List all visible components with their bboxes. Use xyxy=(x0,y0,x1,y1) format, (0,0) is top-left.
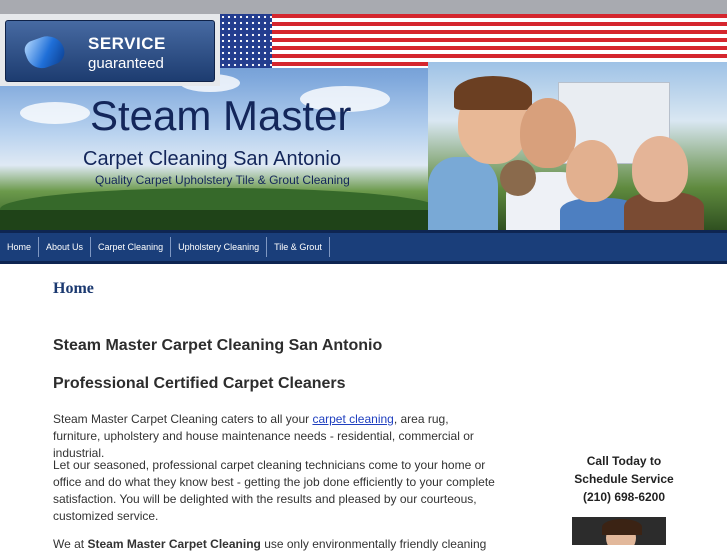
intro-paragraph: Steam Master Carpet Cleaning caters to a… xyxy=(53,411,498,462)
teddy-bear-graphic xyxy=(500,160,536,196)
badge-line-2: guaranteed xyxy=(88,55,164,72)
eco-text-start: We at xyxy=(53,537,88,551)
call-line-1: Call Today to xyxy=(586,454,662,468)
site-subtitle: Carpet Cleaning San Antonio xyxy=(83,148,341,170)
company-name-bold: Steam Master Carpet Cleaning xyxy=(87,537,261,551)
main-nav: Home About Us Carpet Cleaning Upholstery… xyxy=(0,230,727,264)
call-to-action: Call Today to Schedule Service (210) 698… xyxy=(562,452,686,506)
girl-hair xyxy=(454,76,532,110)
main-heading: Steam Master Carpet Cleaning San Antonio xyxy=(53,337,383,354)
site-header: SERVICE guaranteed Steam Master Carpet C… xyxy=(0,14,727,230)
sub-heading: Professional Certified Carpet Cleaners xyxy=(53,375,346,392)
badge-panel: SERVICE guaranteed xyxy=(5,20,215,82)
intro-text-start: Steam Master Carpet Cleaning caters to a… xyxy=(53,412,313,426)
flag-stars xyxy=(220,14,272,68)
eco-text-end: use only environmentally friendly cleani… xyxy=(260,537,487,551)
carpet-cleaning-link[interactable]: carpet cleaning xyxy=(312,412,393,426)
american-flag-graphic xyxy=(220,14,727,68)
nav-item-carpet-cleaning[interactable]: Carpet Cleaning xyxy=(91,237,172,257)
nav-item-upholstery-cleaning[interactable]: Upholstery Cleaning xyxy=(171,237,268,257)
crystal-icon xyxy=(22,31,68,73)
page-heading: Home xyxy=(53,280,94,297)
phone-number: (210) 698-6200 xyxy=(582,490,666,504)
trees-graphic xyxy=(0,210,440,230)
woman-face xyxy=(632,136,688,202)
call-line-2: Schedule Service xyxy=(574,472,674,486)
services-paragraph: Let our seasoned, professional carpet cl… xyxy=(53,458,495,523)
staff-hair xyxy=(602,519,642,535)
staff-photo xyxy=(572,517,666,545)
family-photo xyxy=(428,62,727,230)
site-tagline: Quality Carpet Upholstery Tile & Grout C… xyxy=(95,173,350,187)
top-strip xyxy=(0,0,727,14)
nav-item-about-us[interactable]: About Us xyxy=(39,237,92,257)
badge-line-1: SERVICE xyxy=(88,34,166,53)
cloud-shape xyxy=(20,102,90,124)
boy-face xyxy=(566,140,618,202)
nav-item-home[interactable]: Home xyxy=(0,237,40,257)
person-body xyxy=(428,157,498,230)
site-title: Steam Master xyxy=(90,92,352,139)
nav-item-tile-grout[interactable]: Tile & Grout xyxy=(267,237,330,257)
service-guaranteed-badge: SERVICE guaranteed xyxy=(0,14,220,86)
